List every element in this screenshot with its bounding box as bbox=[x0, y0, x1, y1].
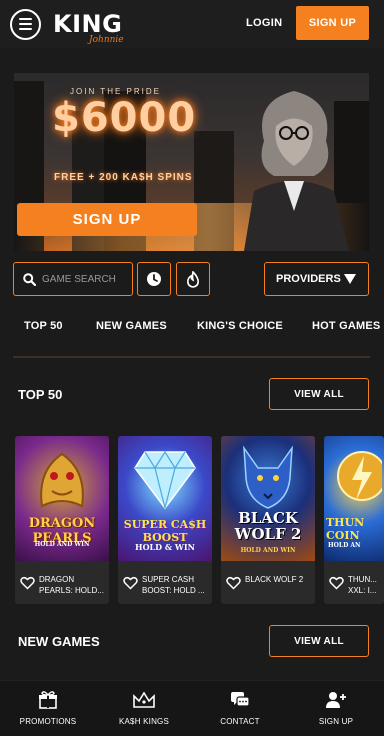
header-signup-button[interactable]: SIGN UP bbox=[296, 6, 369, 40]
menu-line bbox=[19, 23, 32, 25]
flame-icon bbox=[187, 270, 199, 288]
game-card-super-cash-boost[interactable]: SUPER CA$H BOOST HOLD & WIN SUPER CASH B… bbox=[118, 436, 212, 604]
king-johnnie-logo[interactable]: KING Johnnie bbox=[53, 4, 135, 45]
nav-promotions[interactable]: PROMOTIONS bbox=[0, 691, 96, 726]
banner-free-spins: FREE + 200 KA$H SPINS bbox=[54, 172, 193, 183]
nav-label: SIGN UP bbox=[318, 717, 354, 726]
thumb-subtitle: HOLD AND WIN bbox=[240, 547, 296, 554]
banner-signup-button[interactable]: SIGN UP bbox=[17, 203, 197, 236]
gift-icon bbox=[39, 691, 57, 709]
tab-new-games[interactable]: NEW GAMES bbox=[96, 320, 167, 332]
nav-label: KA$H KINGS bbox=[118, 717, 169, 726]
providers-label: PROVIDERS bbox=[276, 273, 341, 285]
lightning-icon bbox=[337, 451, 382, 501]
favorite-heart-icon[interactable] bbox=[123, 576, 138, 590]
promo-banner[interactable]: JOIN THE PRIDE $6000 FREE + 200 KA$H SPI… bbox=[14, 73, 369, 251]
nav-kash-kings[interactable]: KA$H KINGS bbox=[96, 691, 192, 726]
thumb-title: THUN COIN bbox=[326, 516, 365, 542]
chevron-down-icon bbox=[344, 274, 356, 284]
wolf-icon bbox=[243, 445, 293, 509]
thumb-title: SUPER CA$H BOOST bbox=[123, 518, 207, 544]
hot-games-button[interactable] bbox=[176, 262, 210, 296]
new-games-section-title: NEW GAMES bbox=[18, 634, 100, 649]
thumb-subtitle: HOLD & WIN bbox=[135, 542, 195, 552]
category-tabs: TOP 50 NEW GAMES KING'S CHOICE HOT GAMES bbox=[0, 312, 384, 342]
search-icon bbox=[23, 272, 36, 286]
tab-hot-games[interactable]: HOT GAMES bbox=[312, 320, 380, 332]
logo-main-text: KING bbox=[53, 10, 123, 38]
nav-contact[interactable]: CONTACT bbox=[192, 691, 288, 726]
new-games-view-all-button[interactable]: VIEW ALL bbox=[269, 625, 369, 657]
game-name: THUN... XXL: I... bbox=[348, 575, 377, 595]
game-name: SUPER CASH BOOST: HOLD ... bbox=[142, 575, 205, 595]
game-thumbnail: SUPER CA$H BOOST HOLD & WIN bbox=[118, 436, 212, 561]
banner-amount: $6000 bbox=[52, 95, 197, 141]
providers-dropdown[interactable]: PROVIDERS bbox=[264, 262, 369, 296]
tab-top-50[interactable]: TOP 50 bbox=[24, 320, 63, 332]
game-card-dragon-pearls[interactable]: DRAGON PEARLS HOLD AND WIN DRAGON PEARLS… bbox=[15, 436, 109, 604]
add-user-icon bbox=[326, 692, 346, 708]
thumb-subtitle: HOLD AND WIN bbox=[34, 541, 90, 548]
tab-kings-choice[interactable]: KING'S CHOICE bbox=[197, 320, 283, 332]
game-name: BLACK WOLF 2 bbox=[245, 575, 304, 584]
section-divider bbox=[13, 356, 370, 358]
thumb-subtitle: HOLD AN bbox=[328, 542, 361, 549]
favorite-heart-icon[interactable] bbox=[329, 576, 344, 590]
lion-mascot-icon bbox=[244, 91, 349, 251]
top-header: KING Johnnie LOGIN SIGN UP bbox=[0, 0, 384, 48]
favorite-heart-icon[interactable] bbox=[20, 576, 35, 590]
game-card-black-wolf-2[interactable]: BLACK WOLF 2 HOLD AND WIN BLACK WOLF 2 bbox=[221, 436, 315, 604]
game-thumbnail: DRAGON PEARLS HOLD AND WIN bbox=[15, 436, 109, 561]
clock-icon bbox=[147, 272, 161, 286]
dragon-icon bbox=[40, 452, 84, 508]
game-thumbnail: BLACK WOLF 2 HOLD AND WIN bbox=[221, 436, 315, 561]
menu-line bbox=[19, 18, 32, 20]
favorite-heart-icon[interactable] bbox=[226, 576, 241, 590]
hamburger-menu-button[interactable] bbox=[10, 8, 41, 40]
game-name: DRAGON PEARLS: HOLD... bbox=[39, 575, 104, 595]
nav-label: CONTACT bbox=[220, 717, 260, 726]
game-thumbnail: THUN COIN HOLD AN bbox=[324, 436, 384, 561]
thumb-title: BLACK WOLF 2 bbox=[234, 509, 302, 543]
top50-view-all-button[interactable]: VIEW ALL bbox=[269, 378, 369, 410]
nav-label: PROMOTIONS bbox=[19, 717, 77, 726]
logo-sub-text: Johnnie bbox=[89, 35, 124, 45]
diamond-icon bbox=[134, 450, 196, 510]
recent-games-button[interactable] bbox=[137, 262, 171, 296]
game-search-input[interactable] bbox=[42, 273, 132, 285]
game-search-box[interactable] bbox=[13, 262, 133, 296]
menu-line bbox=[19, 28, 32, 30]
login-link[interactable]: LOGIN bbox=[246, 17, 282, 29]
crown-icon bbox=[133, 691, 155, 708]
bottom-navigation: PROMOTIONS KA$H KINGS CONTACT SIGN UP bbox=[0, 680, 384, 736]
top50-section-title: TOP 50 bbox=[18, 387, 63, 402]
game-card-thunder-coin[interactable]: THUN COIN HOLD AN THUN... XXL: I... bbox=[324, 436, 384, 604]
nav-sign-up[interactable]: SIGN UP bbox=[288, 691, 384, 726]
chat-icon bbox=[231, 692, 250, 707]
